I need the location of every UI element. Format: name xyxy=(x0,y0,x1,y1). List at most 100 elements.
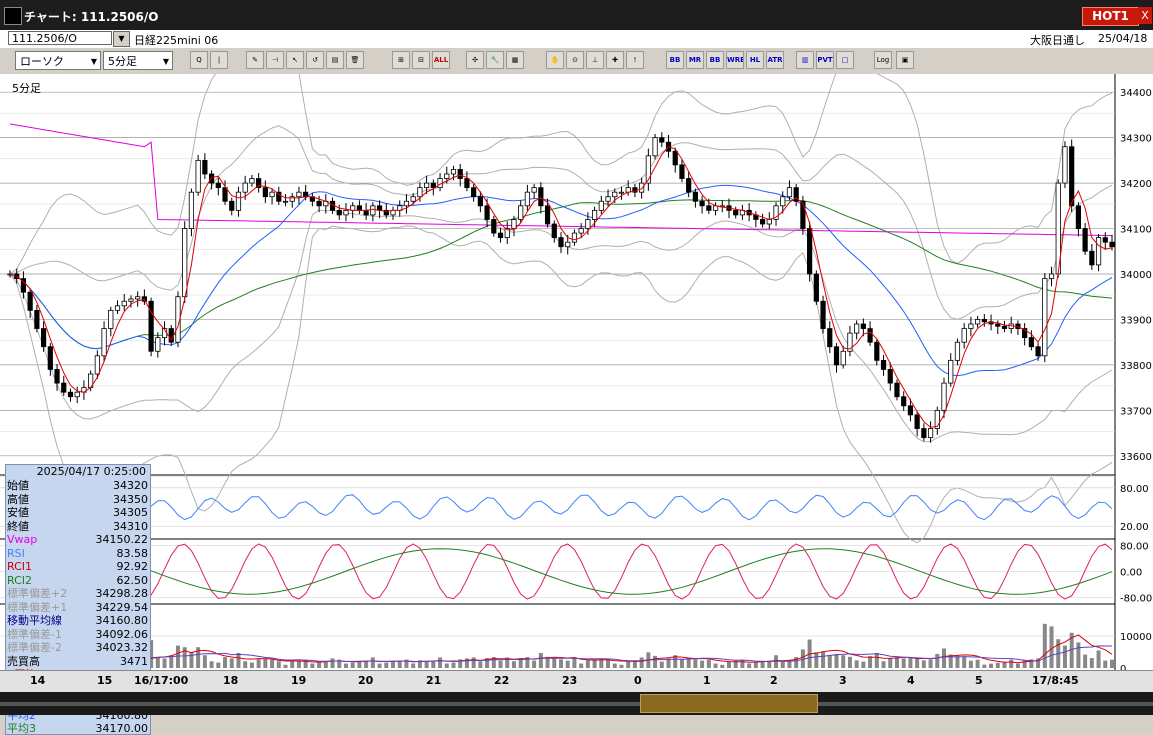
volume-bar xyxy=(572,657,577,668)
interval-label: 5分足 xyxy=(12,82,41,95)
toolbar-button-11[interactable]: ✣ xyxy=(466,51,484,69)
toolbar-button-5[interactable]: ↺ xyxy=(306,51,324,69)
time-tick: 14 xyxy=(30,674,46,687)
volume-bar xyxy=(753,662,758,668)
toolbar-button-9[interactable]: ⊟ xyxy=(412,51,430,69)
volume-bar xyxy=(263,658,268,668)
toolbar-button-17[interactable]: ✚ xyxy=(606,51,624,69)
volume-bar xyxy=(962,657,967,668)
market-session: 大阪日通し xyxy=(1030,34,1085,47)
candle-body xyxy=(40,328,47,348)
toolbar-button-4[interactable]: ↖ xyxy=(286,51,304,69)
candle-body xyxy=(571,232,578,243)
interval-select[interactable]: 5分足 ▼ xyxy=(103,51,173,70)
toolbar-button-18[interactable]: ! xyxy=(626,51,644,69)
candle-body xyxy=(484,205,490,220)
toolbar-button-0[interactable]: Q xyxy=(190,51,208,69)
toolbar-button-26[interactable]: PVT xyxy=(816,51,834,69)
candle-body xyxy=(417,187,423,198)
price-tick-label: 33600 xyxy=(1120,452,1152,463)
chart-area[interactable]: 5分足 34400 34300 34200 34100 34000 33900 33800 3… xyxy=(0,24,1153,735)
scroll-thumb[interactable] xyxy=(640,694,818,713)
volume-bar xyxy=(538,652,543,668)
window-title: チャート: 111.2506/O xyxy=(24,10,159,24)
toolbar-button-6[interactable]: ▤ xyxy=(326,51,344,69)
toolbar-button-3[interactable]: ⊣ xyxy=(266,51,284,69)
toolbar-button-23[interactable]: HL xyxy=(746,51,764,69)
chart-type-value: ローソク xyxy=(20,55,64,68)
candle-body xyxy=(840,350,846,366)
candle-body xyxy=(699,200,705,207)
candle-body xyxy=(901,396,907,407)
candle-body xyxy=(424,182,430,189)
candle-body xyxy=(565,241,571,248)
candle-body xyxy=(759,219,766,225)
toolbar-button-28[interactable]: Log xyxy=(874,51,892,69)
toolbar-button-1[interactable]: | xyxy=(210,51,228,69)
time-tick: 1 xyxy=(703,674,711,687)
volume-bar xyxy=(323,661,328,668)
data-window-key: Vwap xyxy=(7,533,38,546)
candle-body xyxy=(880,359,887,370)
time-tick: 18 xyxy=(223,674,239,687)
volume-bar xyxy=(216,662,221,668)
price-tick-label: 34100 xyxy=(1120,225,1152,236)
rsi-tick-label: 80.00 xyxy=(1120,484,1149,495)
close-button[interactable]: X xyxy=(1138,7,1152,24)
hot-button[interactable]: HOT1 xyxy=(1082,7,1139,26)
toolbar-button-8[interactable]: ⊞ xyxy=(392,51,410,69)
candle-body xyxy=(269,191,275,198)
volume-bar xyxy=(653,655,658,668)
candle-body xyxy=(444,173,450,179)
toolbar-button-16[interactable]: ⊥ xyxy=(586,51,604,69)
toolbar-button-19[interactable]: BB xyxy=(666,51,684,69)
chart-type-select[interactable]: ローソク ▼ xyxy=(15,51,101,70)
toolbar-button-22[interactable]: WRE xyxy=(726,51,744,69)
toolbar-button-7[interactable]: 🗑 xyxy=(346,51,364,69)
toolbar-button-27[interactable]: □ xyxy=(836,51,854,69)
price-tick-label: 34400 xyxy=(1120,88,1152,99)
time-scrollbar[interactable] xyxy=(0,692,1153,715)
data-window-row: 終値 34310 xyxy=(6,520,150,533)
volume-bar xyxy=(1103,660,1108,668)
data-window-row: 売買高 3471 xyxy=(6,655,150,668)
candle-body xyxy=(215,182,221,189)
data-window-value: 34150.22 xyxy=(95,533,149,546)
candle-body xyxy=(27,291,33,311)
price-tick-label: 33800 xyxy=(1120,361,1152,372)
data-window-value: 34310 xyxy=(113,519,148,533)
toolbar-button-12[interactable]: 🔧 xyxy=(486,51,504,69)
toolbar-button-29[interactable]: ▣ xyxy=(896,51,914,69)
symbol-dropdown-icon[interactable]: ▼ xyxy=(113,31,130,47)
chart-svg: 34400 34300 34200 34100 34000 33900 33800 33700… xyxy=(0,24,1152,675)
data-window-value: 34160.80 xyxy=(95,614,149,627)
candle-body xyxy=(262,187,268,198)
toolbar-button-24[interactable]: ATR xyxy=(766,51,784,69)
volume-bar xyxy=(874,652,879,668)
data-window-value: 92.92 xyxy=(116,560,149,573)
candle-body xyxy=(874,341,880,361)
toolbar-button-10[interactable]: ALL xyxy=(432,51,450,69)
time-axis: 14 15 16/17:00 18 19 20 21 22 23 0 1 2 3 4 5 17/8:45 xyxy=(0,670,1153,693)
toolbar-button-21[interactable]: BB xyxy=(706,51,724,69)
candle-body xyxy=(827,328,833,348)
candle-body xyxy=(47,346,53,370)
time-tick: 15 xyxy=(97,674,113,687)
volume-bar xyxy=(310,663,315,668)
data-window-key: 標準偏差+1 xyxy=(7,600,68,614)
data-window-key: 売買高 xyxy=(7,654,40,668)
candle-body xyxy=(813,273,819,302)
candle-body xyxy=(968,323,974,329)
volume-bar xyxy=(1083,654,1088,668)
toolbar-button-14[interactable]: ✋ xyxy=(546,51,564,69)
candle-body xyxy=(887,369,893,384)
toolbar-button-15[interactable]: ⊙ xyxy=(566,51,584,69)
volume-bar xyxy=(1042,623,1047,668)
symbol-input[interactable]: 111.2506/O xyxy=(8,31,112,45)
toolbar-button-13[interactable]: ▦ xyxy=(506,51,524,69)
toolbar-button-20[interactable]: MR xyxy=(686,51,704,69)
candle-body xyxy=(296,191,302,198)
toolbar-button-2[interactable]: ✎ xyxy=(246,51,264,69)
toolbar-button-25[interactable]: ▥ xyxy=(796,51,814,69)
volume-bar xyxy=(935,653,940,668)
